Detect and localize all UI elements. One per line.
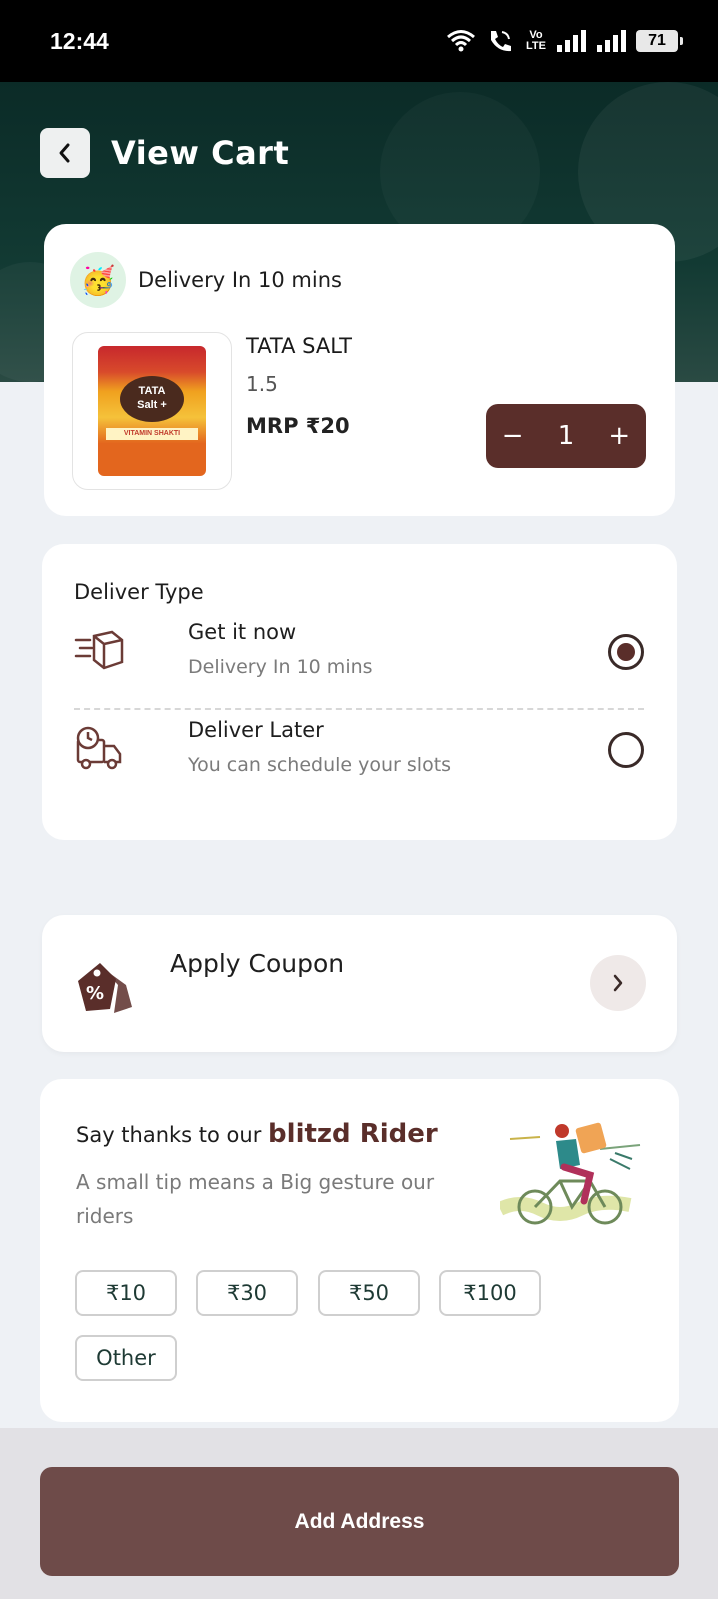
tip-title: Say thanks to our blitzd Rider	[76, 1119, 438, 1149]
chevron-right-icon	[613, 974, 623, 992]
tip-chip-10[interactable]: ₹10	[75, 1270, 177, 1316]
cart-card: 🥳 Delivery In 10 mins TATA Salt + VITAMIN…	[44, 224, 675, 516]
scheduled-truck-icon	[76, 726, 122, 770]
product-quantity: 1.5	[246, 372, 278, 396]
radio-selected[interactable]	[608, 634, 644, 670]
product-image[interactable]: TATA Salt + VITAMIN SHAKTI	[72, 332, 232, 490]
quantity-stepper: − 1 +	[486, 404, 646, 468]
delivery-type-title: Deliver Type	[74, 580, 204, 604]
status-bar: 12:44 Vo LTE 71	[0, 0, 718, 82]
call-icon	[491, 31, 512, 52]
apply-coupon-card[interactable]: % Apply Coupon	[42, 915, 677, 1052]
decrement-button[interactable]: −	[493, 421, 533, 451]
quantity-value: 1	[557, 421, 575, 451]
tip-chip-100[interactable]: ₹100	[439, 1270, 541, 1316]
wifi-icon	[447, 30, 475, 52]
status-time: 12:44	[50, 27, 109, 54]
signal-icon	[557, 30, 586, 52]
divider	[74, 708, 644, 710]
salt-pack-image: TATA Salt + VITAMIN SHAKTI	[98, 346, 206, 476]
volte-label: Vo LTE	[526, 29, 546, 52]
svg-text:%: %	[86, 983, 104, 1004]
back-button[interactable]	[40, 128, 90, 178]
party-emoji-icon: 🥳	[70, 252, 126, 308]
signal-icon	[597, 30, 626, 52]
coupon-arrow-button[interactable]	[590, 955, 646, 1011]
battery-icon: 71	[636, 30, 683, 52]
delivery-eta-text: Delivery In 10 mins	[138, 268, 342, 292]
coupon-tag-icon: %	[78, 963, 132, 1013]
delivery-type-card: Deliver Type Get it now Delivery In 10 m…	[42, 544, 677, 840]
product-name: TATA SALT	[246, 334, 352, 358]
brand-name: blitzd Rider	[268, 1119, 438, 1149]
option-label: Get it now	[188, 620, 297, 644]
option-subtext: Delivery In 10 mins	[188, 656, 373, 678]
add-address-button[interactable]: Add Address	[40, 1467, 679, 1576]
option-subtext: You can schedule your slots	[188, 754, 452, 776]
option-get-it-now[interactable]: Get it now Delivery In 10 mins	[74, 620, 644, 690]
rider-illustration	[500, 1122, 641, 1225]
radio-unselected[interactable]	[608, 732, 644, 768]
tip-chip-50[interactable]: ₹50	[318, 1270, 420, 1316]
option-label: Deliver Later	[188, 718, 324, 742]
product-price: MRP ₹20	[246, 414, 350, 438]
apply-coupon-label: Apply Coupon	[170, 949, 345, 978]
tip-description: A small tip means a Big gesture our ride…	[76, 1170, 435, 1228]
chevron-left-icon	[59, 143, 70, 163]
delivery-eta: 🥳 Delivery In 10 mins	[70, 252, 342, 308]
fast-box-icon	[74, 630, 124, 670]
increment-button[interactable]: +	[599, 421, 639, 451]
option-deliver-later[interactable]: Deliver Later You can schedule your slot…	[74, 718, 644, 788]
status-icons: Vo LTE 71	[446, 28, 683, 54]
tip-chip-30[interactable]: ₹30	[196, 1270, 298, 1316]
tip-chip-other[interactable]: Other	[75, 1335, 177, 1381]
page-title: View Cart	[111, 134, 290, 172]
rider-tip-card: Say thanks to our blitzd Rider A small t…	[40, 1079, 679, 1422]
